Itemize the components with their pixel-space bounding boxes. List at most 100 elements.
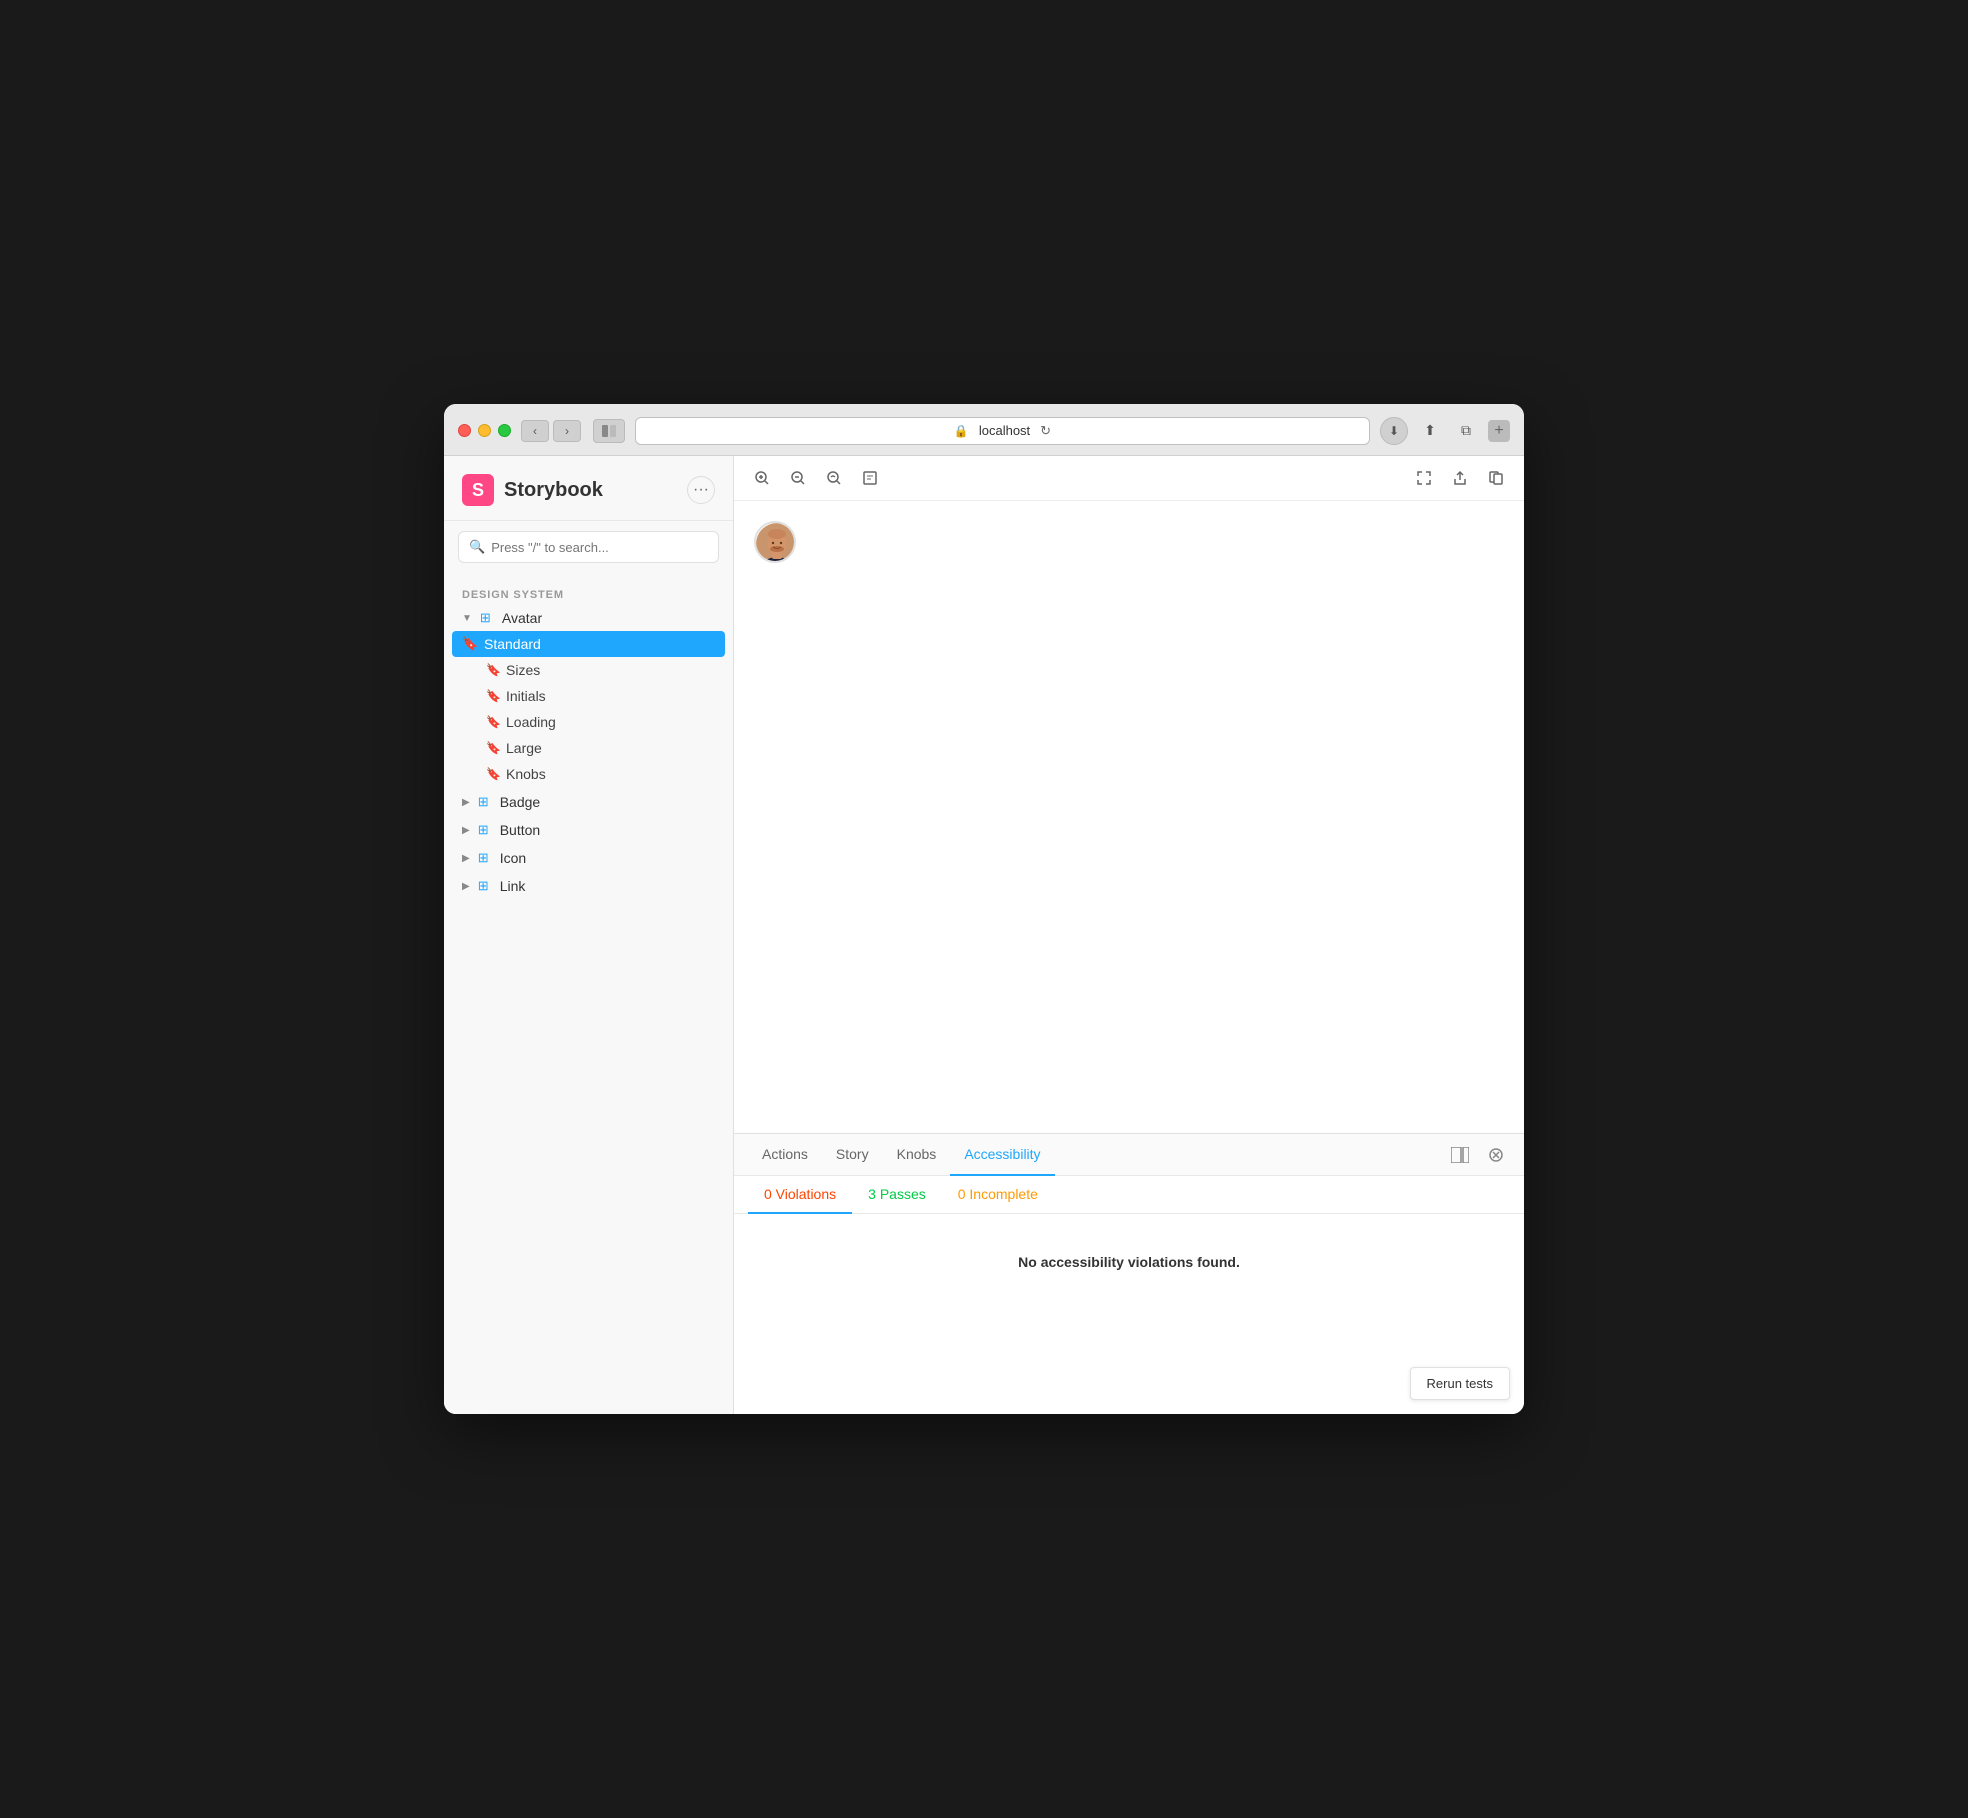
tab-incomplete[interactable]: 0 Incomplete xyxy=(942,1176,1054,1214)
content-area: Actions Story Knobs Accessibility xyxy=(734,456,1524,1414)
chevron-right-icon-badge: ▶ xyxy=(462,797,470,808)
sidebar-item-knobs[interactable]: 🔖 Knobs xyxy=(444,761,733,787)
addon-tab-actions xyxy=(1446,1141,1510,1169)
sidebar-item-label-standard: Standard xyxy=(484,636,541,652)
sidebar-item-label-badge: Badge xyxy=(500,794,540,810)
addons-tabs: Actions Story Knobs Accessibility xyxy=(734,1134,1524,1176)
sidebar-header: S Storybook ··· xyxy=(444,456,733,521)
browser-actions: ⬇ ⬆ ⧉ + xyxy=(1380,417,1510,445)
sidebar-item-link[interactable]: ▶ ⊞ Link xyxy=(444,873,733,899)
duplicate-button[interactable]: ⧉ xyxy=(1452,419,1480,443)
tab-story[interactable]: Story xyxy=(822,1134,883,1176)
panel-layout-button[interactable] xyxy=(1446,1141,1474,1169)
close-panel-button[interactable] xyxy=(1482,1141,1510,1169)
new-tab-button[interactable]: + xyxy=(1488,420,1510,442)
bookmark-icon-loading: 🔖 xyxy=(486,715,500,729)
grid-icon-link: ⊞ xyxy=(478,878,494,894)
search-input[interactable] xyxy=(491,540,708,555)
sidebar-item-avatar[interactable]: ▼ ⊞ Avatar xyxy=(444,605,733,631)
grid-icon-button: ⊞ xyxy=(478,822,494,838)
toolbar-left xyxy=(748,464,884,492)
chevron-right-icon-icon: ▶ xyxy=(462,853,470,864)
tab-violations[interactable]: 0 Violations xyxy=(748,1176,852,1214)
traffic-light-green[interactable] xyxy=(498,424,511,437)
url-text: localhost xyxy=(979,423,1030,438)
sidebar-toggle-button[interactable] xyxy=(593,419,625,443)
share-button[interactable]: ⬆ xyxy=(1416,419,1444,443)
share-story-button[interactable] xyxy=(1446,464,1474,492)
no-violations-message: No accessibility violations found. xyxy=(734,1214,1524,1310)
sidebar-content: DESIGN SYSTEM ▼ ⊞ Avatar 🔖 Standard 🔖 Si xyxy=(444,573,733,1414)
address-bar[interactable]: 🔒 localhost ↻ xyxy=(635,417,1370,445)
chevron-down-icon: ▼ xyxy=(462,613,472,624)
download-button[interactable]: ⬇ xyxy=(1380,417,1408,445)
zoom-reset-button[interactable] xyxy=(820,464,848,492)
bookmark-icon-sizes: 🔖 xyxy=(486,663,500,677)
nav-buttons: ‹ › xyxy=(521,420,581,442)
avatar-preview xyxy=(754,521,796,563)
section-label: DESIGN SYSTEM xyxy=(444,583,733,605)
sidebar-item-icon[interactable]: ▶ ⊞ Icon xyxy=(444,845,733,871)
addons-panel: Actions Story Knobs Accessibility xyxy=(734,1133,1524,1414)
storybook-logo-text: Storybook xyxy=(504,479,603,502)
bookmark-icon-knobs: 🔖 xyxy=(486,767,500,781)
addon-content: No accessibility violations found. Rerun… xyxy=(734,1214,1524,1414)
sidebar-item-label-avatar: Avatar xyxy=(502,610,542,626)
nav-group-avatar: ▼ ⊞ Avatar 🔖 Standard 🔖 Sizes 🔖 Ini xyxy=(444,605,733,787)
sidebar-search[interactable]: 🔍 xyxy=(458,531,719,563)
sidebar-item-standard[interactable]: 🔖 Standard xyxy=(452,631,725,657)
tab-accessibility[interactable]: Accessibility xyxy=(950,1134,1054,1176)
bookmark-icon-initials: 🔖 xyxy=(486,689,500,703)
grid-icon-badge: ⊞ xyxy=(478,794,494,810)
tab-actions[interactable]: Actions xyxy=(748,1134,822,1176)
browser-chrome: ‹ › 🔒 localhost ↻ ⬇ ⬆ ⧉ + xyxy=(444,404,1524,456)
sidebar-item-label-initials: Initials xyxy=(506,688,546,704)
sidebar-item-label-icon: Icon xyxy=(500,850,526,866)
forward-button[interactable]: › xyxy=(553,420,581,442)
sidebar-item-label-button: Button xyxy=(500,822,540,838)
sidebar-item-label-sizes: Sizes xyxy=(506,662,540,678)
browser-window: ‹ › 🔒 localhost ↻ ⬇ ⬆ ⧉ + S xyxy=(444,404,1524,1414)
sidebar-item-initials[interactable]: 🔖 Initials xyxy=(444,683,733,709)
violations-tabs: 0 Violations 3 Passes 0 Incomplete xyxy=(734,1176,1524,1214)
traffic-light-yellow[interactable] xyxy=(478,424,491,437)
bookmark-icon-large: 🔖 xyxy=(486,741,500,755)
sidebar-item-label-loading: Loading xyxy=(506,714,556,730)
sidebar-item-sizes[interactable]: 🔖 Sizes xyxy=(444,657,733,683)
sidebar-item-loading[interactable]: 🔖 Loading xyxy=(444,709,733,735)
app-container: S Storybook ··· 🔍 DESIGN SYSTEM ▼ ⊞ Avat… xyxy=(444,456,1524,1414)
tab-knobs[interactable]: Knobs xyxy=(883,1134,951,1176)
tab-passes[interactable]: 3 Passes xyxy=(852,1176,942,1214)
search-icon: 🔍 xyxy=(469,539,485,555)
nav-group-button: ▶ ⊞ Button xyxy=(444,817,733,843)
grid-icon: ⊞ xyxy=(480,610,496,626)
fullscreen-button[interactable] xyxy=(1410,464,1438,492)
write-button[interactable] xyxy=(856,464,884,492)
security-icon: 🔒 xyxy=(954,424,969,438)
zoom-out-button[interactable] xyxy=(784,464,812,492)
grid-icon-icon: ⊞ xyxy=(478,850,494,866)
sidebar-item-badge[interactable]: ▶ ⊞ Badge xyxy=(444,789,733,815)
preview-toolbar xyxy=(734,456,1524,501)
sidebar-item-button[interactable]: ▶ ⊞ Button xyxy=(444,817,733,843)
chevron-right-icon-link: ▶ xyxy=(462,881,470,892)
bookmark-icon-standard: 🔖 xyxy=(462,636,478,652)
traffic-light-red[interactable] xyxy=(458,424,471,437)
sidebar-item-label-link: Link xyxy=(500,878,526,894)
refresh-icon[interactable]: ↻ xyxy=(1040,423,1051,439)
zoom-in-button[interactable] xyxy=(748,464,776,492)
copy-link-button[interactable] xyxy=(1482,464,1510,492)
rerun-tests-button[interactable]: Rerun tests xyxy=(1410,1367,1510,1400)
sidebar-menu-button[interactable]: ··· xyxy=(687,476,715,504)
traffic-lights xyxy=(458,424,511,437)
sidebar-logo: S Storybook xyxy=(462,474,603,506)
nav-group-icon: ▶ ⊞ Icon xyxy=(444,845,733,871)
sidebar-item-label-knobs: Knobs xyxy=(506,766,546,782)
sidebar-item-large[interactable]: 🔖 Large xyxy=(444,735,733,761)
sidebar-item-label-large: Large xyxy=(506,740,542,756)
toolbar-right xyxy=(1410,464,1510,492)
back-button[interactable]: ‹ xyxy=(521,420,549,442)
nav-group-link: ▶ ⊞ Link xyxy=(444,873,733,899)
nav-group-badge: ▶ ⊞ Badge xyxy=(444,789,733,815)
preview-area xyxy=(734,501,1524,1133)
